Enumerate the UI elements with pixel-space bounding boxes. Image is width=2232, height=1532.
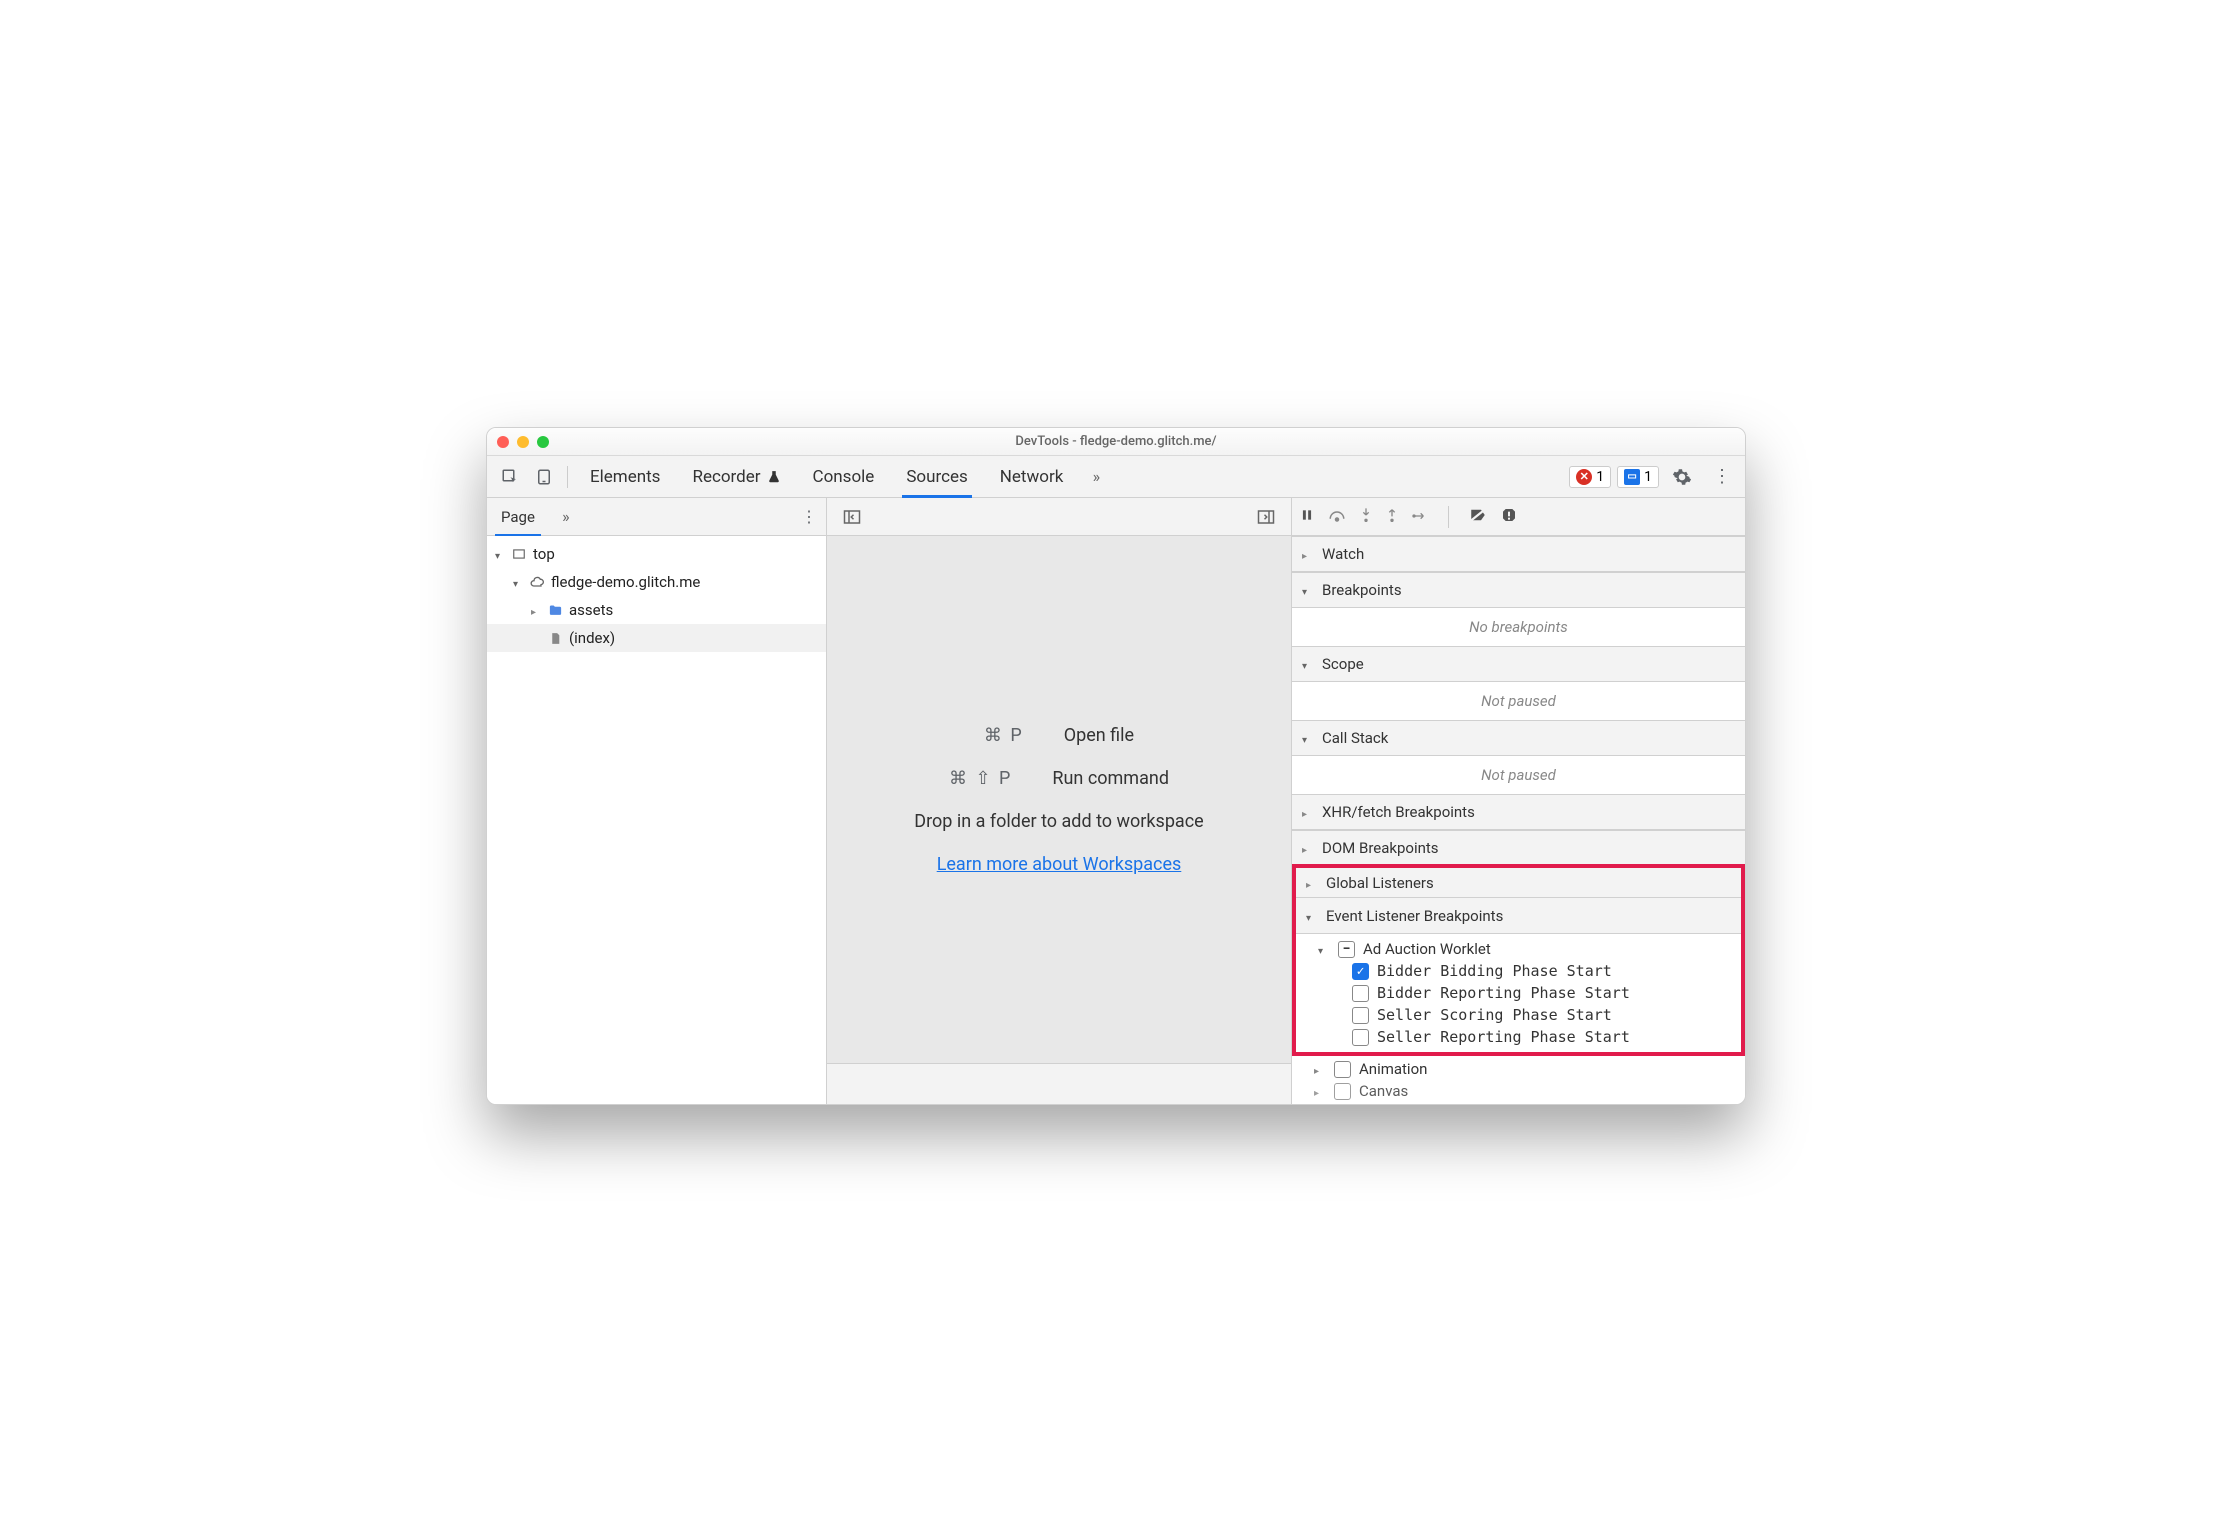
window-title: DevTools - fledge-demo.glitch.me/: [487, 434, 1745, 449]
tab-network[interactable]: Network: [984, 456, 1080, 497]
event-seller-reporting[interactable]: Seller Reporting Phase Start: [1296, 1026, 1741, 1048]
run-command-label: Run command: [1052, 768, 1169, 789]
step-into-icon[interactable]: [1360, 507, 1372, 527]
tree-file-index[interactable]: (index): [487, 624, 826, 652]
checkbox-animation[interactable]: [1334, 1061, 1351, 1078]
breakpoints-section[interactable]: Breakpoints: [1292, 572, 1745, 608]
debugger-panel: Watch Breakpoints No breakpoints Scope N…: [1291, 498, 1745, 1104]
canvas-category[interactable]: Canvas: [1292, 1080, 1745, 1102]
step-icon[interactable]: [1412, 507, 1428, 526]
xhr-breakpoints-section[interactable]: XHR/fetch Breakpoints: [1292, 794, 1745, 830]
error-icon: ✕: [1576, 469, 1592, 485]
pause-exceptions-icon[interactable]: [1501, 507, 1517, 527]
more-tabs-icon[interactable]: »: [1079, 456, 1113, 497]
highlighted-region: Global Listeners Event Listener Breakpoi…: [1292, 864, 1745, 1056]
page-tab[interactable]: Page: [487, 498, 549, 535]
zoom-window-button[interactable]: [537, 436, 549, 448]
main-tabstrip: Elements Recorder Console Sources Networ…: [487, 456, 1745, 498]
callstack-section[interactable]: Call Stack: [1292, 720, 1745, 756]
page-menu-icon[interactable]: ⋮: [792, 498, 826, 535]
step-over-icon[interactable]: [1328, 507, 1346, 526]
device-toolbar-icon[interactable]: [527, 456, 561, 497]
no-breakpoints-message: No breakpoints: [1292, 608, 1745, 646]
tab-sources[interactable]: Sources: [890, 456, 983, 497]
scope-section[interactable]: Scope: [1292, 646, 1745, 682]
checkbox-bidder-bidding[interactable]: [1352, 963, 1369, 980]
tab-elements[interactable]: Elements: [574, 456, 676, 497]
tree-folder-assets[interactable]: assets: [487, 596, 826, 624]
debugger-toolbar: [1292, 498, 1745, 536]
dom-breakpoints-section[interactable]: DOM Breakpoints: [1292, 830, 1745, 866]
tab-console[interactable]: Console: [797, 456, 891, 497]
step-out-icon[interactable]: [1386, 507, 1398, 527]
inspect-element-icon[interactable]: [493, 456, 527, 497]
scope-not-paused: Not paused: [1292, 682, 1745, 720]
deactivate-breakpoints-icon[interactable]: [1469, 507, 1487, 527]
ad-auction-worklet-category[interactable]: Ad Auction Worklet: [1296, 938, 1741, 960]
pause-icon[interactable]: [1300, 507, 1314, 526]
file-tree: top fledge-demo.glitch.me assets (index): [487, 536, 826, 1104]
watch-section[interactable]: Watch: [1292, 536, 1745, 572]
checkbox-bidder-reporting[interactable]: [1352, 985, 1369, 1002]
run-command-shortcut: ⌘ ⇧ P: [949, 768, 1012, 789]
file-icon: [547, 630, 563, 646]
event-seller-scoring[interactable]: Seller Scoring Phase Start: [1296, 1004, 1741, 1026]
checkbox-seller-reporting[interactable]: [1352, 1029, 1369, 1046]
learn-workspaces-link[interactable]: Learn more about Workspaces: [937, 854, 1182, 875]
folder-icon: [547, 602, 563, 618]
close-window-button[interactable]: [497, 436, 509, 448]
tab-recorder[interactable]: Recorder: [676, 456, 796, 497]
gear-icon[interactable]: [1665, 467, 1699, 487]
event-bidder-bidding[interactable]: Bidder Bidding Phase Start: [1296, 960, 1741, 982]
more-page-tabs-icon[interactable]: »: [549, 498, 583, 535]
ad-auction-checkbox[interactable]: [1338, 941, 1355, 958]
errors-badge[interactable]: ✕ 1: [1569, 466, 1611, 488]
titlebar: DevTools - fledge-demo.glitch.me/: [487, 428, 1745, 456]
frame-icon: [511, 546, 527, 562]
minimize-window-button[interactable]: [517, 436, 529, 448]
event-bidder-reporting[interactable]: Bidder Reporting Phase Start: [1296, 982, 1741, 1004]
flask-icon: [767, 470, 781, 484]
checkbox-seller-scoring[interactable]: [1352, 1007, 1369, 1024]
drop-hint: Drop in a folder to add to workspace: [914, 811, 1203, 832]
toggle-debugger-icon[interactable]: [1249, 498, 1283, 535]
traffic-lights: [497, 436, 549, 448]
cloud-icon: [529, 574, 545, 590]
checkbox-canvas[interactable]: [1334, 1083, 1351, 1100]
toggle-navigator-icon[interactable]: [835, 498, 869, 535]
messages-badge[interactable]: ▭ 1: [1617, 466, 1659, 488]
tree-domain[interactable]: fledge-demo.glitch.me: [487, 568, 826, 596]
navigator-panel: Page » ⋮ top fledge-demo.glitch.me: [487, 498, 827, 1104]
animation-category[interactable]: Animation: [1292, 1058, 1745, 1080]
editor-panel: ⌘ P Open file ⌘ ⇧ P Run command Drop in …: [827, 498, 1291, 1104]
global-listeners-section[interactable]: Global Listeners: [1296, 868, 1741, 898]
tree-top[interactable]: top: [487, 540, 826, 568]
callstack-not-paused: Not paused: [1292, 756, 1745, 794]
open-file-shortcut: ⌘ P: [984, 725, 1024, 746]
event-listener-breakpoints-section[interactable]: Event Listener Breakpoints: [1296, 898, 1741, 934]
devtools-window: DevTools - fledge-demo.glitch.me/ Elemen…: [486, 427, 1746, 1105]
message-icon: ▭: [1624, 469, 1640, 485]
open-file-label: Open file: [1064, 725, 1134, 746]
kebab-menu-icon[interactable]: ⋮: [1705, 466, 1739, 487]
